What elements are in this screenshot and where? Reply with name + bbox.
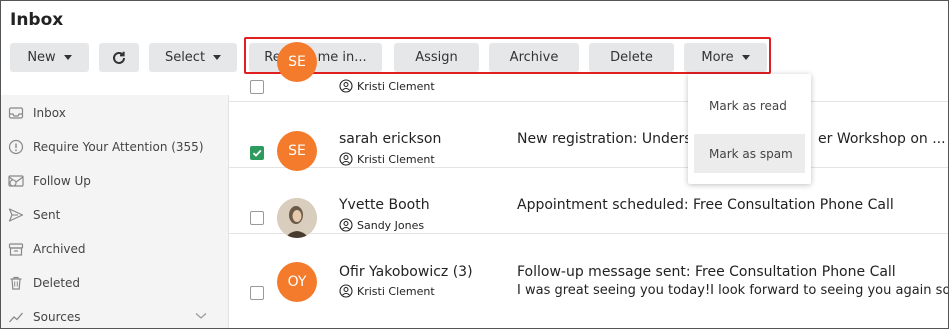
sidebar-item-require-attention[interactable]: Require Your Attention (355): [1, 130, 229, 164]
user-circle-icon: [339, 152, 353, 166]
owner-label: Kristi Clement: [339, 152, 435, 166]
sidebar-item-label: Inbox: [33, 106, 66, 120]
sidebar-item-archived[interactable]: Archived: [1, 232, 229, 266]
more-dropdown-menu: Mark as read Mark as spam: [688, 74, 811, 184]
owner-label: Kristi Clement: [339, 79, 435, 93]
refresh-icon: [113, 51, 125, 64]
message-subject: Follow-up message sent: Free Consultatio…: [517, 264, 896, 280]
trash-icon: [10, 276, 22, 290]
owner-label: Kristi Clement: [339, 284, 435, 298]
message-subject-tail: er Workshop on ...: [818, 131, 946, 147]
message-row[interactable]: SE Kristi Clement: [229, 36, 948, 102]
caret-down-icon: [63, 55, 72, 60]
user-circle-icon: [339, 79, 353, 93]
trend-icon: [9, 312, 23, 323]
sidebar-item-sources[interactable]: Sources: [1, 300, 229, 328]
sidebar-item-label: Sent: [33, 208, 61, 222]
message-subject: New registration: Underst: [517, 131, 698, 147]
sidebar-item-inbox[interactable]: Inbox: [1, 96, 229, 130]
row-checkbox[interactable]: [250, 211, 264, 225]
owner-name: Sandy Jones: [357, 218, 425, 232]
row-checkbox[interactable]: [250, 80, 264, 94]
owner-label: Sandy Jones: [339, 218, 424, 232]
message-row[interactable]: Yvette Booth Sandy Jones Appointment sch…: [229, 168, 948, 238]
refresh-button[interactable]: [99, 43, 139, 72]
sender-name: sarah erickson: [339, 131, 442, 147]
alert-circle-icon: [8, 139, 24, 155]
message-list: SE Kristi Clement SE sarah erickson Kris…: [229, 42, 949, 328]
sidebar: Inbox Require Your Attention (355) Follo…: [1, 95, 229, 328]
page-title: Inbox: [10, 10, 64, 30]
message-row[interactable]: OY Ofir Yakobowicz (3) Kristi Clement Fo…: [229, 234, 949, 302]
menu-item-mark-as-spam[interactable]: Mark as spam: [694, 134, 805, 173]
menu-item-label: Mark as spam: [709, 146, 793, 161]
message-row[interactable]: SE sarah erickson Kristi Clement New reg…: [229, 102, 948, 171]
checkmark-icon: [252, 149, 262, 157]
sidebar-item-sent[interactable]: Sent: [1, 198, 229, 232]
archive-icon: [8, 243, 24, 256]
avatar: SE: [277, 131, 317, 171]
sidebar-item-label: Require Your Attention (355): [33, 140, 204, 154]
row-checkbox[interactable]: [250, 146, 264, 160]
avatar: SE: [277, 42, 317, 82]
inbox-icon: [8, 107, 24, 119]
user-circle-icon: [339, 284, 353, 298]
chevron-down-icon[interactable]: [195, 312, 207, 320]
message-preview: I was great seeing you today!I look forw…: [517, 283, 949, 298]
select-button[interactable]: Select: [149, 43, 237, 72]
sidebar-item-label: Sources: [33, 310, 81, 324]
send-icon: [8, 208, 24, 222]
new-button-label: New: [27, 50, 56, 65]
avatar: OY: [277, 262, 317, 302]
new-button[interactable]: New: [10, 43, 89, 72]
select-button-label: Select: [164, 50, 206, 65]
inbox-window: Inbox New Select Remind me in... Assign …: [0, 0, 949, 329]
caret-down-icon: [213, 55, 222, 60]
user-circle-icon: [339, 218, 353, 232]
menu-item-mark-as-read[interactable]: Mark as read: [694, 86, 805, 125]
sender-name: Ofir Yakobowicz (3): [339, 264, 473, 280]
owner-name: Kristi Clement: [357, 152, 435, 166]
sidebar-item-label: Archived: [33, 242, 86, 256]
message-subject: Appointment scheduled: Free Consultation…: [517, 197, 894, 213]
sidebar-item-label: Follow Up: [33, 174, 91, 188]
sidebar-item-deleted[interactable]: Deleted: [1, 266, 229, 300]
owner-name: Kristi Clement: [357, 79, 435, 93]
sidebar-item-follow-up[interactable]: Follow Up: [1, 164, 229, 198]
person-photo-icon: [277, 198, 317, 238]
owner-name: Kristi Clement: [357, 284, 435, 298]
sender-name: Yvette Booth: [339, 197, 430, 213]
sidebar-item-label: Deleted: [33, 276, 81, 290]
avatar-photo: [277, 198, 317, 238]
follow-up-icon: [8, 175, 24, 187]
row-checkbox[interactable]: [250, 286, 264, 300]
menu-item-label: Mark as read: [709, 98, 787, 113]
